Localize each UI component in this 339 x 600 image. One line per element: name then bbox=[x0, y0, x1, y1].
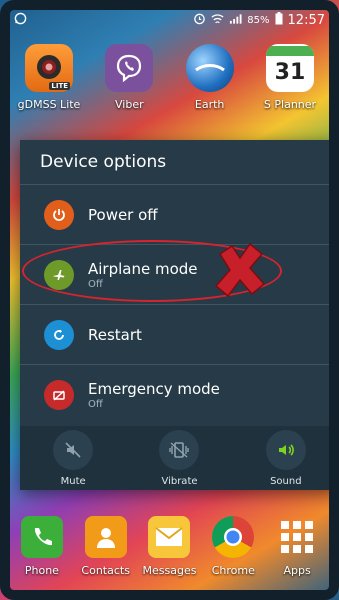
home-screen: 85% 12:57 LITE gDMSS Lite Viber Earth 31… bbox=[0, 0, 339, 600]
dock-messages[interactable]: Messages bbox=[138, 516, 202, 577]
airplane-icon bbox=[44, 259, 74, 290]
apps-grid-icon bbox=[276, 516, 318, 558]
quick-action-label: Sound bbox=[270, 475, 302, 487]
calendar-icon: 31 bbox=[265, 44, 314, 92]
earth-icon bbox=[185, 44, 234, 92]
dock-label: Messages bbox=[142, 564, 197, 577]
app-label: Earth bbox=[194, 98, 225, 111]
dock-apps[interactable]: Apps bbox=[265, 516, 329, 577]
phone-icon bbox=[20, 516, 63, 558]
quick-action-label: Mute bbox=[60, 475, 86, 487]
dock: Phone Contacts Messages Chrome Apps bbox=[10, 516, 329, 577]
dock-label: Phone bbox=[24, 564, 59, 577]
dock-label: Chrome bbox=[211, 564, 255, 577]
vibrate-button[interactable]: Vibrate bbox=[139, 429, 219, 487]
power-icon bbox=[44, 199, 74, 230]
whatsapp-icon bbox=[14, 12, 27, 28]
option-label: Restart bbox=[88, 325, 142, 344]
option-power-off[interactable]: Power off bbox=[20, 185, 339, 245]
status-bar: 85% 12:57 bbox=[10, 10, 329, 30]
clock-time: 12:57 bbox=[287, 12, 325, 28]
device-options-dialog: Device options Power off Airplane mode O… bbox=[20, 140, 339, 490]
contacts-icon bbox=[84, 516, 127, 558]
dock-phone[interactable]: Phone bbox=[10, 516, 74, 577]
chrome-icon bbox=[212, 516, 255, 558]
option-restart[interactable]: Restart bbox=[20, 305, 339, 365]
home-app-row: LITE gDMSS Lite Viber Earth 31 S Planner bbox=[10, 44, 329, 111]
mute-button[interactable]: Mute bbox=[33, 429, 113, 487]
battery-icon bbox=[275, 12, 283, 28]
option-emergency-mode[interactable]: Emergency mode Off bbox=[20, 365, 339, 425]
restart-icon bbox=[44, 319, 74, 350]
option-label: Power off bbox=[88, 205, 158, 224]
quick-action-label: Vibrate bbox=[161, 475, 198, 487]
battery-percent: 85% bbox=[247, 14, 270, 26]
gdmss-lite-badge: LITE bbox=[49, 82, 70, 90]
option-label: Airplane mode bbox=[88, 259, 198, 278]
app-label: gDMSS Lite bbox=[17, 98, 81, 111]
app-s-planner[interactable]: 31 S Planner bbox=[251, 44, 329, 111]
dock-label: Contacts bbox=[81, 564, 130, 577]
viber-icon bbox=[105, 44, 154, 92]
alarm-icon bbox=[193, 12, 206, 28]
dock-label: Apps bbox=[283, 564, 311, 577]
mute-icon bbox=[53, 429, 94, 470]
dock-chrome[interactable]: Chrome bbox=[201, 516, 265, 577]
app-earth[interactable]: Earth bbox=[171, 44, 249, 111]
wifi-icon bbox=[211, 13, 224, 28]
calendar-header bbox=[265, 46, 314, 56]
dock-contacts[interactable]: Contacts bbox=[74, 516, 138, 577]
calendar-date: 31 bbox=[274, 60, 306, 85]
option-status: Off bbox=[88, 399, 103, 410]
app-viber[interactable]: Viber bbox=[90, 44, 168, 111]
messages-icon bbox=[148, 516, 191, 558]
app-label: S Planner bbox=[263, 98, 317, 111]
option-status: Off bbox=[88, 278, 103, 290]
signal-icon bbox=[229, 13, 242, 28]
sound-button[interactable]: Sound bbox=[246, 429, 326, 487]
dialog-title: Device options bbox=[20, 140, 339, 185]
emergency-icon bbox=[44, 380, 74, 410]
sound-mode-bar: Mute Vibrate Sound bbox=[20, 426, 339, 490]
gdmss-lite-icon: LITE bbox=[25, 44, 73, 92]
app-label: Viber bbox=[115, 98, 144, 111]
app-gdmss-lite[interactable]: LITE gDMSS Lite bbox=[10, 44, 88, 111]
sound-icon bbox=[265, 429, 306, 470]
vibrate-icon bbox=[159, 429, 200, 470]
option-label: Emergency mode bbox=[88, 380, 220, 398]
option-airplane-mode[interactable]: Airplane mode Off bbox=[20, 245, 339, 305]
